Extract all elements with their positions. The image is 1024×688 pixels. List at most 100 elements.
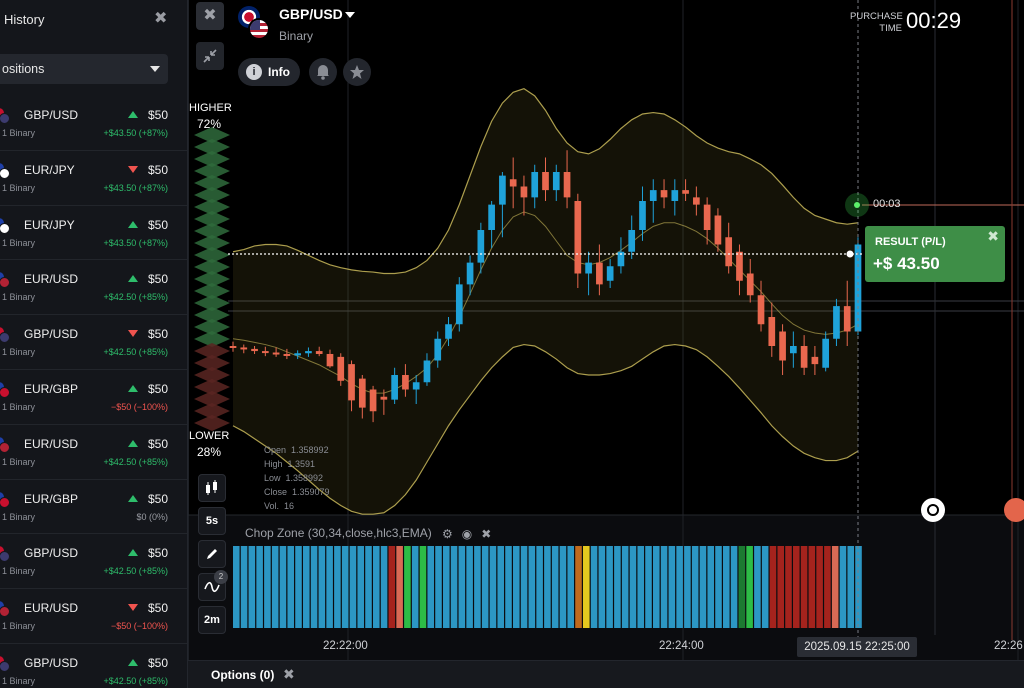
item-result: +$43.50 (+87%) — [103, 182, 168, 193]
candle-body — [768, 317, 776, 346]
item-amount: $50 — [147, 108, 168, 122]
chart-type-button[interactable] — [198, 474, 226, 502]
chop-zone-bar — [520, 546, 528, 628]
candle-body — [294, 353, 301, 356]
item-type: 1 Binary — [2, 347, 36, 358]
chop-zone-bar — [684, 546, 691, 628]
candle-body — [822, 338, 830, 368]
collapse-button[interactable] — [196, 42, 224, 70]
chop-zone-bar — [614, 546, 621, 628]
item-type: 1 Binary — [2, 511, 36, 522]
candle-body — [412, 382, 420, 390]
gear-icon[interactable]: ⚙ — [442, 527, 453, 541]
item-type: 1 Binary — [2, 621, 36, 632]
chop-zone-bar — [691, 546, 699, 628]
chevron-down-icon[interactable] — [345, 12, 355, 18]
history-item[interactable]: EUR/JPY 1 Binary $50 +$43.50 (+87%) — [0, 206, 187, 261]
chop-zone-bar — [365, 546, 372, 628]
chop-zone-bar — [466, 546, 473, 628]
item-pair: EUR/USD — [24, 272, 79, 287]
indicator-controls: ⚙ ◉ ✖ — [442, 527, 500, 541]
candle-body — [391, 375, 398, 400]
history-item[interactable]: EUR/JPY 1 Binary $50 +$43.50 (+87%) — [0, 151, 187, 206]
positions-filter-dropdown[interactable]: ositions — [0, 54, 168, 84]
item-pair: GBP/USD — [24, 108, 79, 122]
history-item[interactable]: EUR/USD 1 Binary $50 −$50 (−100%) — [0, 589, 187, 644]
item-result: −$50 (−100%) — [110, 401, 168, 412]
asset-selector[interactable]: GBP/USD — [279, 6, 343, 22]
item-result: +$42.50 (+85%) — [103, 347, 168, 358]
candle-body — [790, 346, 797, 354]
currency-flag-icon — [0, 546, 10, 563]
close-chart-button[interactable]: ✖ — [196, 2, 224, 30]
chop-zone-bar — [481, 546, 489, 628]
chop-zone-bar — [831, 546, 839, 628]
purchase-time-label: PURCHASE TIME — [850, 11, 903, 34]
current-time-label: 2025.09.15 22:25:00 — [797, 637, 917, 657]
item-amount: $50 — [147, 217, 168, 232]
chop-zone-bar — [730, 546, 738, 628]
finish-flag-icon[interactable] — [1004, 498, 1024, 522]
chop-zone-bar — [489, 546, 497, 628]
timeframe-button[interactable]: 5s — [198, 507, 226, 535]
close-icon[interactable]: ✖ — [154, 8, 167, 28]
history-item[interactable]: GBP/USD 1 Binary $50 +$43.50 (+87%) — [0, 96, 187, 151]
history-item[interactable]: GBP/USD 1 Binary $50 +$42.50 (+85%) — [0, 315, 187, 370]
candle-body — [574, 201, 582, 274]
candle-body — [779, 331, 786, 361]
chop-zone-bar — [528, 546, 536, 628]
indicator-label: Chop Zone (30,34,close,hlc3,EMA) — [245, 526, 432, 540]
chop-zone-bar — [816, 546, 823, 628]
item-type: 1 Binary — [2, 456, 36, 467]
draw-tool-button[interactable] — [198, 540, 226, 568]
currency-flag-icon — [0, 108, 10, 124]
chop-zone-bar — [334, 546, 341, 628]
chop-zone-bar — [279, 546, 287, 628]
chop-zone-bar — [707, 546, 715, 628]
candle-body — [671, 190, 679, 201]
options-tab[interactable]: Options (0) — [211, 668, 274, 682]
candle-body — [693, 197, 700, 205]
chop-zone-bar — [769, 546, 777, 628]
info-button[interactable]: i Info — [238, 58, 300, 86]
history-item[interactable]: GBP/USD 1 Binary $50 +$42.50 (+85%) — [0, 644, 187, 688]
chop-zone-bar — [738, 546, 746, 628]
favorite-button[interactable] — [343, 58, 371, 86]
history-item[interactable]: GBP/USD 1 Binary $50 +$42.50 (+85%) — [0, 534, 187, 590]
candle-body — [800, 346, 808, 368]
candle-body — [423, 360, 431, 383]
chop-zone-bar — [761, 546, 769, 628]
chop-zone-bar — [754, 546, 761, 628]
chop-zone-bar — [676, 546, 683, 628]
currency-flag-icon — [0, 162, 10, 179]
item-result: +$42.50 (+85%) — [103, 675, 168, 686]
history-item[interactable]: EUR/USD 1 Binary $50 +$42.50 (+85%) — [0, 425, 187, 480]
chop-zone-bar — [443, 546, 450, 628]
close-icon[interactable]: ✖ — [481, 527, 491, 541]
result-title: RESULT (P/L) — [875, 236, 946, 248]
chop-zone-bar — [341, 546, 349, 628]
history-item[interactable]: EUR/GBP 1 Binary $50 −$50 (−100%) — [0, 370, 187, 425]
close-icon[interactable]: ✖ — [283, 666, 295, 683]
notifications-button[interactable] — [309, 58, 337, 86]
eye-icon[interactable]: ◉ — [462, 527, 472, 541]
timer-icon[interactable] — [921, 498, 945, 522]
chop-zone-bar — [435, 546, 442, 628]
candle-body — [843, 306, 851, 332]
candle-body — [240, 347, 248, 350]
arrow-up-icon — [128, 275, 138, 283]
history-item[interactable]: EUR/GBP 1 Binary $50 $0 (0%) — [0, 480, 187, 535]
time-tick-label: 22:26 — [994, 640, 1023, 652]
candle-body — [811, 356, 819, 365]
pencil-icon — [207, 549, 217, 559]
chop-zone-histogram — [233, 546, 862, 628]
chop-zone-bar — [419, 546, 427, 628]
result-popup: RESULT (P/L) +$ 43.50 ✖ — [865, 226, 1005, 282]
candle-body — [746, 273, 754, 296]
candle-period-button[interactable]: 2m — [198, 606, 226, 634]
close-icon[interactable]: ✖ — [987, 228, 999, 245]
candle-body — [251, 348, 258, 352]
item-amount: $50 — [147, 327, 168, 342]
chop-zone-bar — [233, 546, 240, 628]
history-item[interactable]: EUR/USD 1 Binary $50 +$42.50 (+85%) — [0, 260, 187, 316]
